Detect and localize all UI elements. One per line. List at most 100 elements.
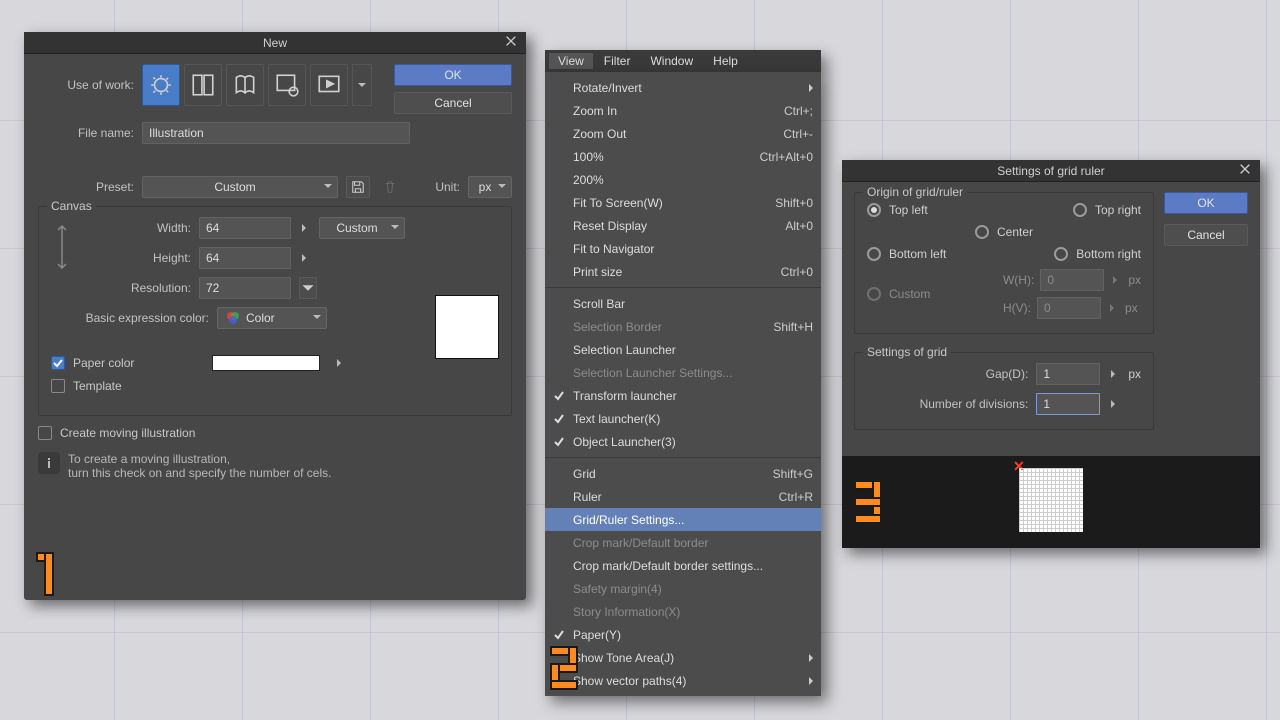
menu-item[interactable]: Zoom InCtrl+; xyxy=(545,99,821,122)
menu-item-label: Safety margin(4) xyxy=(573,582,662,596)
chevron-right-icon[interactable] xyxy=(1108,368,1120,380)
menu-item-label: Grid/Ruler Settings... xyxy=(573,513,684,527)
check-icon xyxy=(553,390,565,402)
tile-comic[interactable] xyxy=(184,64,222,106)
menu-item[interactable]: 100%Ctrl+Alt+0 xyxy=(545,145,821,168)
menu-item-label: Scroll Bar xyxy=(573,297,625,311)
origin-top-right-radio[interactable]: Top right xyxy=(1073,203,1141,217)
menu-item-label: Paper(Y) xyxy=(573,628,621,642)
menu-item[interactable]: Rotate/Invert xyxy=(545,76,821,99)
close-icon[interactable] xyxy=(1238,162,1254,178)
wh-label: W(H): xyxy=(1003,273,1034,287)
menu-item[interactable]: Show Tone Area(J) xyxy=(545,646,821,669)
width-preset-select[interactable]: Custom xyxy=(319,217,405,239)
menu-item[interactable]: Paper(Y) xyxy=(545,623,821,646)
menu-item[interactable]: Object Launcher(3) xyxy=(545,430,821,453)
menu-item[interactable]: Text launcher(K) xyxy=(545,407,821,430)
expr-color-label: Basic expression color: xyxy=(79,311,209,325)
menubar-item-help[interactable]: Help xyxy=(704,53,747,69)
use-of-work-label: Use of work: xyxy=(38,78,134,92)
menu-item[interactable]: Reset DisplayAlt+0 xyxy=(545,214,821,237)
menu-item[interactable]: Zoom OutCtrl+- xyxy=(545,122,821,145)
save-preset-button[interactable] xyxy=(346,176,370,198)
chevron-right-icon[interactable] xyxy=(334,357,346,369)
menu-item-label: Reset Display xyxy=(573,219,647,233)
ok-button[interactable]: OK xyxy=(1164,192,1248,214)
menu-item: Story Information(X) xyxy=(545,600,821,623)
tile-illustration[interactable] xyxy=(142,64,180,106)
menu-item-shortcut: Ctrl+- xyxy=(783,127,813,141)
menubar-item-window[interactable]: Window xyxy=(641,53,702,69)
menu-item-label: Crop mark/Default border settings... xyxy=(573,559,763,573)
template-checkbox[interactable] xyxy=(51,379,65,393)
view-menu-dropdown: Rotate/InvertZoom InCtrl+;Zoom OutCtrl+-… xyxy=(545,72,821,696)
menu-item-label: Show vector paths(4) xyxy=(573,674,686,688)
main-menubar: View Filter Window Help xyxy=(545,50,821,72)
height-input[interactable] xyxy=(199,247,291,269)
menu-item-label: Selection Border xyxy=(573,320,662,334)
menu-item-label: Fit to Navigator xyxy=(573,242,654,256)
tile-animation-settings[interactable] xyxy=(268,64,306,106)
chevron-down-icon xyxy=(323,180,333,194)
origin-hv-input[interactable] xyxy=(1037,297,1101,319)
menu-item-shortcut: Ctrl+R xyxy=(779,490,813,504)
menu-item[interactable]: Fit To Screen(W)Shift+0 xyxy=(545,191,821,214)
menubar-item-filter[interactable]: Filter xyxy=(595,53,640,69)
file-name-input[interactable] xyxy=(142,122,410,144)
origin-wh-input[interactable] xyxy=(1040,269,1104,291)
width-input[interactable] xyxy=(199,217,291,239)
menu-item[interactable]: RulerCtrl+R xyxy=(545,485,821,508)
resolution-dropdown[interactable] xyxy=(299,277,317,299)
divisions-label: Number of divisions: xyxy=(920,397,1029,411)
menu-item[interactable]: 200% xyxy=(545,168,821,191)
chevron-right-icon[interactable] xyxy=(1108,398,1120,410)
delete-preset-button[interactable] xyxy=(378,176,402,198)
menu-item-label: Text launcher(K) xyxy=(573,412,660,426)
origin-custom-radio[interactable]: Custom xyxy=(867,287,930,301)
origin-top-left-radio[interactable]: Top left xyxy=(867,203,928,217)
menu-item-label: Crop mark/Default border xyxy=(573,536,708,550)
paper-color-swatch[interactable] xyxy=(212,355,320,371)
cancel-button[interactable]: Cancel xyxy=(394,92,512,114)
tile-animation[interactable] xyxy=(310,64,348,106)
origin-center-radio[interactable]: Center xyxy=(975,225,1033,239)
tiles-more-dropdown[interactable] xyxy=(352,64,372,106)
menu-item[interactable]: GridShift+G xyxy=(545,462,821,485)
menu-item-label: Selection Launcher Settings... xyxy=(573,366,732,380)
menu-item: Crop mark/Default border xyxy=(545,531,821,554)
chevron-right-icon[interactable] xyxy=(299,222,311,234)
tile-book[interactable] xyxy=(226,64,264,106)
cancel-button[interactable]: Cancel xyxy=(1164,224,1248,246)
menu-item: Selection BorderShift+H xyxy=(545,315,821,338)
ok-button[interactable]: OK xyxy=(394,64,512,86)
origin-bottom-left-radio[interactable]: Bottom left xyxy=(867,247,946,261)
menubar-item-view[interactable]: View xyxy=(549,53,593,69)
gap-input[interactable] xyxy=(1036,363,1100,385)
dialog-title: Settings of grid ruler xyxy=(997,164,1104,178)
origin-bottom-right-radio[interactable]: Bottom right xyxy=(1054,247,1141,261)
menu-item[interactable]: Scroll Bar xyxy=(545,292,821,315)
menu-item[interactable]: Fit to Navigator xyxy=(545,237,821,260)
menu-item[interactable]: Show vector paths(4) xyxy=(545,669,821,692)
close-icon[interactable] xyxy=(504,34,520,50)
menu-item[interactable]: Grid/Ruler Settings... xyxy=(545,508,821,531)
moving-checkbox[interactable] xyxy=(38,426,52,440)
menu-item-label: Story Information(X) xyxy=(573,605,680,619)
menu-item[interactable]: Selection Launcher xyxy=(545,338,821,361)
grid-legend: Settings of grid xyxy=(863,345,951,359)
menu-item[interactable]: Transform launcher xyxy=(545,384,821,407)
menu-item-label: Show Tone Area(J) xyxy=(573,651,674,665)
unit-select[interactable]: px xyxy=(468,176,512,198)
origin-wh-unit: px xyxy=(1128,273,1141,287)
menu-item-label: Transform launcher xyxy=(573,389,677,403)
chevron-right-icon[interactable] xyxy=(299,252,311,264)
paper-color-checkbox[interactable] xyxy=(51,356,65,370)
preset-select[interactable]: Custom xyxy=(142,176,338,198)
menu-item[interactable]: Print sizeCtrl+0 xyxy=(545,260,821,283)
menu-item[interactable]: Crop mark/Default border settings... xyxy=(545,554,821,577)
moving-hint: To create a moving illustration, turn th… xyxy=(38,452,512,480)
resolution-input[interactable] xyxy=(199,277,291,299)
swap-wh-button[interactable] xyxy=(51,217,73,277)
divisions-input[interactable] xyxy=(1036,393,1100,415)
expr-color-select[interactable]: Color xyxy=(217,307,327,329)
